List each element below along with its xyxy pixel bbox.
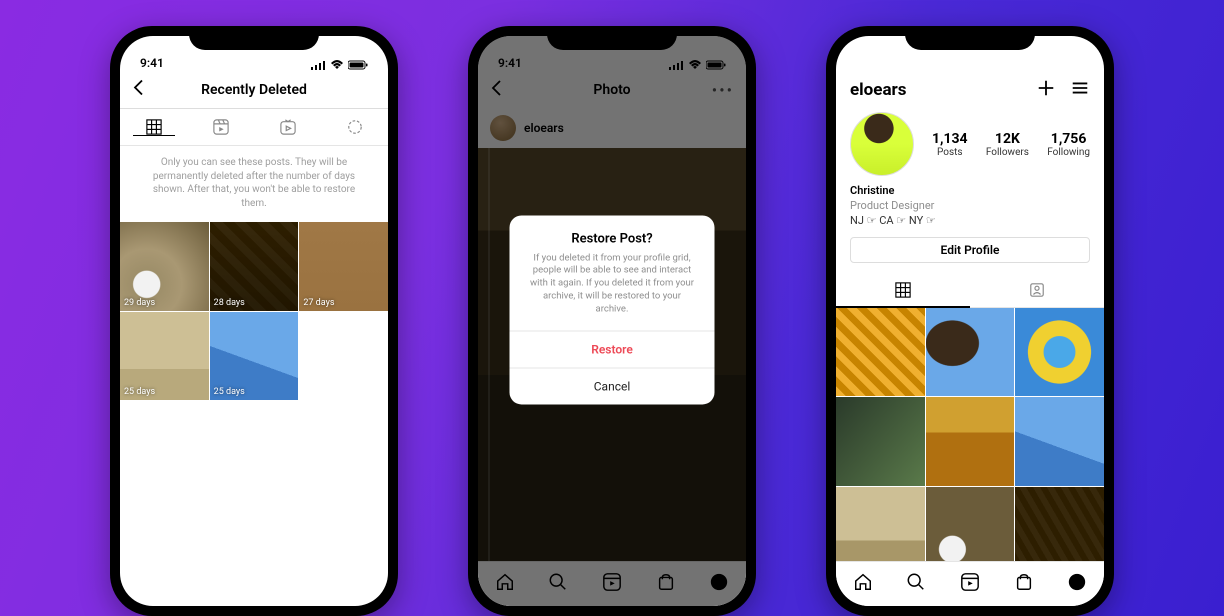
header-title: Recently Deleted <box>201 82 307 98</box>
signal-icon <box>311 60 326 70</box>
post-thumb[interactable] <box>926 397 1015 486</box>
cancel-button[interactable]: Cancel <box>510 367 715 404</box>
tab-tagged[interactable] <box>970 273 1104 307</box>
battery-icon <box>348 60 368 70</box>
reels-icon <box>213 119 229 135</box>
post-thumb[interactable] <box>1015 487 1104 561</box>
days-label: 25 days <box>124 387 155 397</box>
back-button[interactable] <box>130 79 148 102</box>
stat-posts[interactable]: 1,134 Posts <box>932 131 968 158</box>
profile-bio: Christine Product Designer NJ ☞ CA ☞ NY … <box>836 184 1104 237</box>
days-label: 29 days <box>124 298 155 308</box>
deleted-thumb[interactable]: 25 days <box>210 312 299 401</box>
nav-reels[interactable] <box>960 572 980 596</box>
days-label: 27 days <box>303 298 334 308</box>
profile-header: eloears <box>836 72 1104 108</box>
post-thumb[interactable] <box>836 308 925 397</box>
nav-bar <box>836 561 1104 606</box>
post-thumb[interactable] <box>836 397 925 486</box>
tab-grid[interactable] <box>120 119 187 135</box>
post-thumb[interactable] <box>1015 397 1104 486</box>
phone-profile: 9:41 . eloears 1,134 Posts 12K Followers <box>826 26 1114 616</box>
modal-title: Restore Post? <box>510 215 715 252</box>
phone-notch <box>547 26 677 50</box>
restore-modal: Restore Post? If you deleted it from you… <box>510 215 715 404</box>
story-icon <box>347 119 363 135</box>
nav-home[interactable] <box>853 572 873 596</box>
post-thumb[interactable] <box>836 487 925 561</box>
post-thumb[interactable] <box>926 487 1015 561</box>
phone-notch <box>189 26 319 50</box>
menu-button[interactable] <box>1070 78 1090 102</box>
profile-stats-row: 1,134 Posts 12K Followers 1,756 Followin… <box>836 108 1104 184</box>
phone-restore-dialog: 9:41 Photo ••• eloears <box>468 26 756 616</box>
edit-profile-button[interactable]: Edit Profile <box>850 237 1090 263</box>
header: Recently Deleted <box>120 72 388 109</box>
phone-notch <box>905 26 1035 50</box>
info-text: Only you can see these posts. They will … <box>120 146 388 222</box>
filter-tabs <box>120 109 388 146</box>
post-thumb[interactable] <box>926 308 1015 397</box>
profile-tabs <box>836 273 1104 308</box>
deleted-thumb[interactable]: 28 days <box>210 222 299 311</box>
stat-following[interactable]: 1,756 Following <box>1047 131 1090 158</box>
tab-story[interactable] <box>321 119 388 135</box>
status-time: 9:41 <box>140 56 164 70</box>
deleted-thumb[interactable]: 25 days <box>120 312 209 401</box>
phone-recently-deleted: 9:41 Recently Deleted <box>110 26 398 616</box>
bio-name: Christine <box>850 184 1090 199</box>
deleted-thumb[interactable]: 27 days <box>299 222 388 311</box>
tab-reels[interactable] <box>187 119 254 135</box>
nav-shop[interactable] <box>1014 572 1034 596</box>
days-label: 25 days <box>214 387 245 397</box>
nav-search[interactable] <box>906 572 926 596</box>
restore-button[interactable]: Restore <box>510 330 715 367</box>
igtv-icon <box>280 119 296 135</box>
modal-body: If you deleted it from your profile grid… <box>510 252 715 330</box>
tab-posts[interactable] <box>836 273 970 307</box>
stat-followers[interactable]: 12K Followers <box>986 131 1029 158</box>
deleted-thumb[interactable]: 29 days <box>120 222 209 311</box>
profile-username[interactable]: eloears <box>850 80 1026 100</box>
grid-icon <box>146 119 162 135</box>
bio-title: Product Designer <box>850 199 1090 214</box>
bio-line: NJ ☞ CA ☞ NY ☞ <box>850 214 1090 229</box>
tab-igtv[interactable] <box>254 119 321 135</box>
post-thumb[interactable] <box>1015 308 1104 397</box>
nav-profile[interactable] <box>1067 572 1087 596</box>
days-label: 28 days <box>214 298 245 308</box>
create-button[interactable] <box>1036 78 1056 102</box>
tagged-icon <box>1029 282 1045 298</box>
profile-avatar[interactable] <box>850 112 914 176</box>
deleted-grid: 29 days 28 days 27 days 25 days 25 days <box>120 222 388 400</box>
wifi-icon <box>330 60 344 70</box>
profile-grid <box>836 308 1104 561</box>
grid-icon <box>895 282 911 298</box>
